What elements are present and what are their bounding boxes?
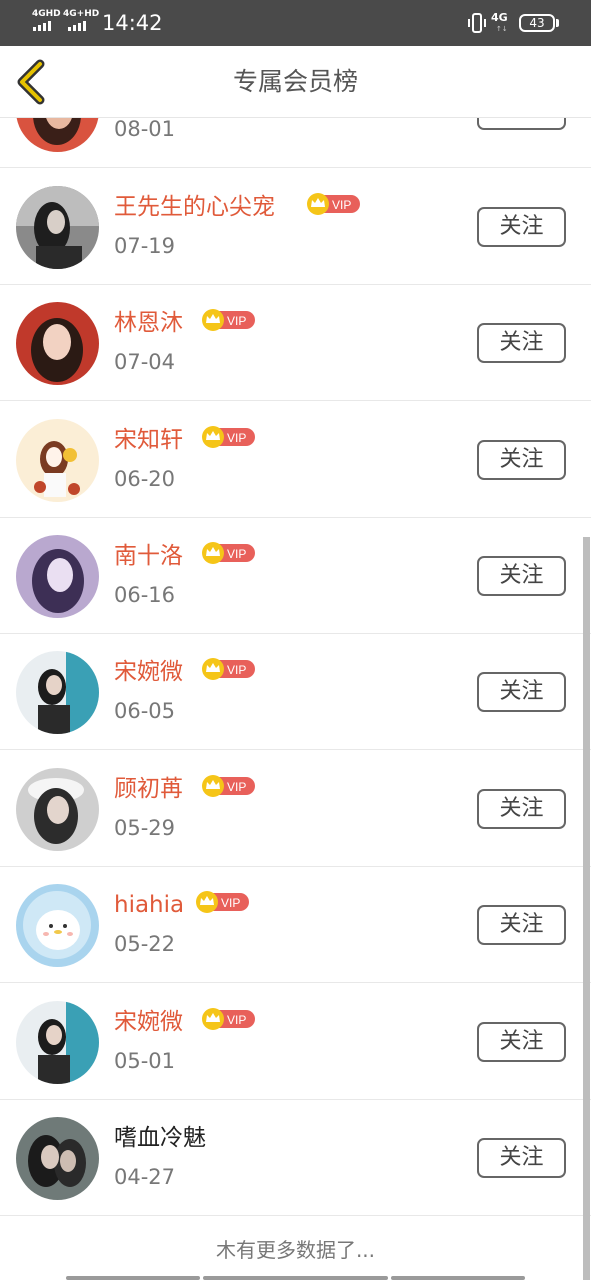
member-date: 05-22 — [114, 932, 176, 956]
vip-badge-icon: VIP — [307, 193, 360, 215]
vibrate-icon — [468, 13, 486, 33]
svg-text:VIP: VIP — [227, 1013, 246, 1027]
battery-tip — [556, 19, 559, 27]
member-date: 06-05 — [114, 699, 176, 723]
avatar[interactable] — [16, 651, 99, 734]
member-name[interactable]: 林恩沐 — [114, 308, 183, 338]
member-date: 07-04 — [114, 350, 176, 374]
list-item: 宋知轩 VIP 06-20 关注 — [0, 402, 591, 518]
list-item: 顾初苒 VIP 05-29 关注 — [0, 751, 591, 867]
follow-button[interactable]: 关注 — [477, 118, 566, 130]
member-name[interactable]: 嗜血冷魅 — [114, 1123, 206, 1153]
member-date: 08-01 — [114, 118, 176, 141]
member-name[interactable]: 宋婉微 — [114, 1007, 183, 1037]
end-of-list-text: 木有更多数据了... — [215, 1238, 376, 1262]
member-name[interactable]: 南十洛 — [114, 541, 183, 571]
list-item: 嗜血冷魅 04-27 关注 — [0, 1100, 591, 1216]
follow-button[interactable]: 关注 — [477, 1022, 566, 1062]
network-label: 4G — [491, 11, 508, 24]
network-activity: ↑↓ — [496, 25, 508, 33]
avatar[interactable] — [16, 419, 99, 502]
nav-bar-segment — [391, 1276, 525, 1280]
member-name[interactable]: 宋婉微 — [114, 657, 183, 687]
list-item: 08-01 关注 — [0, 118, 591, 168]
nav-bar-segment — [203, 1276, 388, 1280]
member-name[interactable]: 宋知轩 — [114, 425, 183, 455]
svg-text:VIP: VIP — [221, 896, 240, 910]
avatar[interactable] — [16, 186, 99, 269]
avatar[interactable] — [16, 768, 99, 851]
signal-icon — [33, 21, 53, 31]
vip-badge-icon: VIP — [202, 658, 255, 680]
avatar[interactable] — [16, 1001, 99, 1084]
vip-badge-icon: VIP — [202, 426, 255, 448]
svg-text:VIP: VIP — [227, 780, 246, 794]
follow-button[interactable]: 关注 — [477, 323, 566, 363]
member-date: 07-19 — [114, 234, 176, 258]
member-date: 05-29 — [114, 816, 176, 840]
list-item: 王先生的心尖宠 VIP 07-19 关注 — [0, 169, 591, 285]
list-item: 宋婉微 VIP 05-01 关注 — [0, 984, 591, 1100]
battery-level: 43 — [529, 16, 545, 30]
avatar[interactable] — [16, 535, 99, 618]
member-list: 08-01 关注 王先生的心尖宠 VIP 07-19 关注 — [0, 118, 591, 1280]
svg-text:VIP: VIP — [227, 431, 246, 445]
svg-text:VIP: VIP — [332, 198, 351, 212]
sim1-label: 4GHD — [32, 9, 61, 19]
member-name[interactable]: hiahia — [114, 890, 184, 920]
follow-button[interactable]: 关注 — [477, 672, 566, 712]
battery-icon: 43 — [519, 14, 555, 32]
list-item: 南十洛 VIP 06-16 关注 — [0, 518, 591, 634]
member-date: 06-20 — [114, 467, 176, 491]
member-date: 05-01 — [114, 1049, 176, 1073]
avatar[interactable] — [16, 884, 99, 967]
follow-button[interactable]: 关注 — [477, 905, 566, 945]
svg-text:VIP: VIP — [227, 547, 246, 561]
svg-text:VIP: VIP — [227, 314, 246, 328]
nav-bar-segment — [66, 1276, 200, 1280]
status-bar: 4GHD 4G+HD 14:42 4G ↑↓ 43 — [0, 0, 591, 46]
vip-badge-icon: VIP — [196, 891, 249, 913]
sim2-label: 4G+HD — [63, 9, 100, 19]
vip-badge-icon: VIP — [202, 775, 255, 797]
vip-badge-icon: VIP — [202, 542, 255, 564]
member-date: 06-16 — [114, 583, 176, 607]
member-date: 04-27 — [114, 1165, 176, 1189]
svg-text:VIP: VIP — [227, 663, 246, 677]
list-item: 林恩沐 VIP 07-04 关注 — [0, 285, 591, 401]
member-name[interactable]: 顾初苒 — [114, 774, 183, 804]
follow-button[interactable]: 关注 — [477, 1138, 566, 1178]
vip-badge-icon: VIP — [202, 309, 255, 331]
list-item: hiahia VIP 05-22 关注 — [0, 867, 591, 983]
page-title: 专属会员榜 — [232, 67, 358, 96]
member-name[interactable]: 王先生的心尖宠 — [114, 192, 275, 222]
app-header: 专属会员榜 — [0, 46, 591, 118]
list-item: 宋婉微 VIP 06-05 关注 — [0, 634, 591, 750]
avatar[interactable] — [16, 118, 99, 152]
avatar[interactable] — [16, 302, 99, 385]
follow-button[interactable]: 关注 — [477, 556, 566, 596]
scrollbar[interactable] — [583, 537, 590, 1280]
follow-button[interactable]: 关注 — [477, 440, 566, 480]
vip-badge-icon: VIP — [202, 1008, 255, 1030]
avatar[interactable] — [16, 1117, 99, 1200]
clock: 14:42 — [102, 11, 163, 35]
follow-button[interactable]: 关注 — [477, 789, 566, 829]
follow-button[interactable]: 关注 — [477, 207, 566, 247]
signal-icon — [68, 21, 88, 31]
